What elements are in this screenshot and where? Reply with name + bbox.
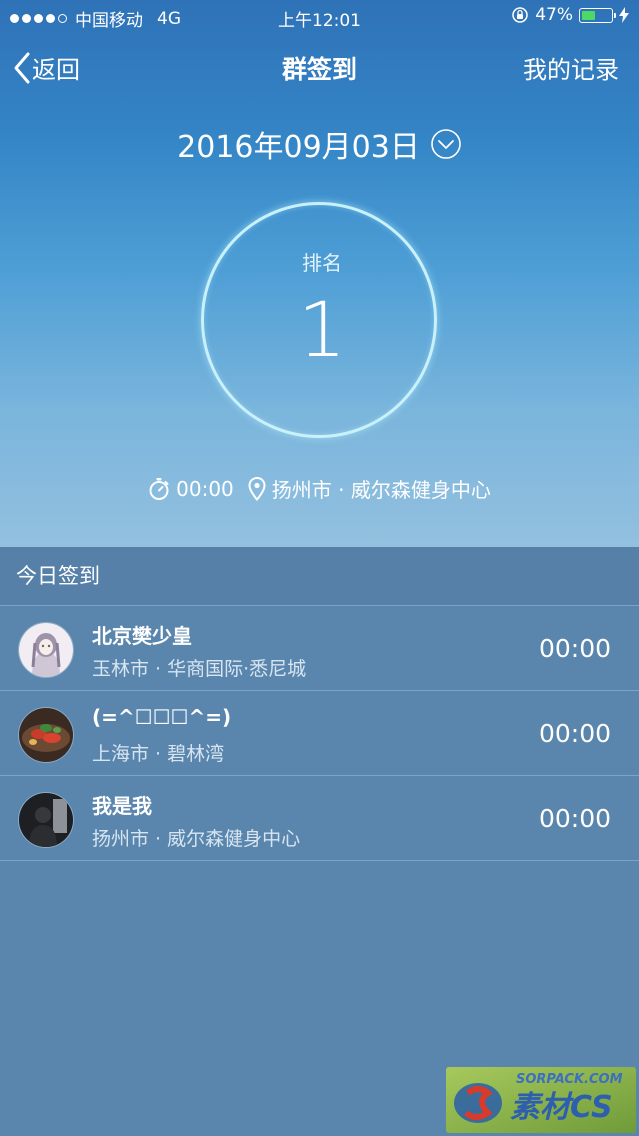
today-checkins-section: 今日签到 北京樊少皇 玉林市 · 华商国际·悉尼城 00:00 (=^☐☐☐^=… [0, 547, 639, 861]
checkin-row[interactable]: 北京樊少皇 玉林市 · 华商国际·悉尼城 00:00 [0, 606, 639, 691]
svg-text:素材CS: 素材CS [510, 1090, 613, 1125]
date-selector[interactable]: 2016年09月03日 [0, 122, 639, 166]
checkin-row[interactable]: (=^☐☐☐^=) 上海市 · 碧林湾 00:00 [0, 691, 639, 776]
checkin-location: 玉林市 · 华商国际·悉尼城 [92, 658, 307, 680]
silhouette-avatar[interactable] [18, 792, 74, 848]
charging-bolt-icon [619, 7, 629, 23]
checkin-time: 00:00 [538, 719, 611, 748]
location-pin-icon [248, 476, 266, 501]
checkin-info: 00:00 扬州市 · 威尔森健身中心 [0, 474, 639, 503]
orientation-lock-icon [512, 7, 528, 23]
rank-label: 排名 [302, 251, 342, 275]
checkin-location-text: 扬州市 · 威尔森健身中心 [271, 478, 491, 502]
checkin-location: 上海市 · 碧林湾 [92, 743, 225, 765]
chevron-down-circle-icon[interactable] [430, 128, 462, 160]
checkin-name: 我是我 [92, 794, 152, 818]
stopwatch-icon [149, 477, 169, 500]
status-right: 47% [511, 5, 629, 25]
checkin-location: 扬州市 · 威尔森健身中心 [92, 828, 301, 850]
battery-fill [582, 10, 595, 20]
checkin-time-text: 00:00 [176, 476, 234, 501]
checkin-name: (=^☐☐☐^=) [92, 705, 232, 729]
section-title: 今日签到 [0, 547, 639, 606]
checkin-row[interactable]: 我是我 扬州市 · 威尔森健身中心 00:00 [0, 776, 639, 861]
watermark-logo: SORPACK.COM 素材CS [446, 1067, 636, 1133]
svg-text:SORPACK.COM: SORPACK.COM [516, 1072, 623, 1087]
checkin-time: 00:00 [538, 804, 611, 833]
checkin-location: 扬州市 · 威尔森健身中心 [248, 474, 491, 503]
rank-value: 1 [297, 285, 347, 374]
checkin-name: 北京樊少皇 [92, 624, 192, 648]
date-text: 2016年09月03日 [177, 130, 420, 165]
battery-percent: 47% [535, 5, 573, 25]
checkin-time: 00:00 [148, 477, 234, 501]
anime-girl-avatar[interactable] [18, 622, 74, 678]
navigation-bar: 返回 群签到 我的记录 [0, 40, 639, 92]
rank-circle: 排名 1 [201, 202, 437, 438]
my-records-button[interactable]: 我的记录 [523, 50, 619, 85]
status-bar: 中国移动 4G 上午12:01 47% [0, 0, 639, 34]
battery-icon [579, 7, 616, 23]
food-avatar[interactable] [18, 707, 74, 763]
checkin-time: 00:00 [538, 634, 611, 663]
